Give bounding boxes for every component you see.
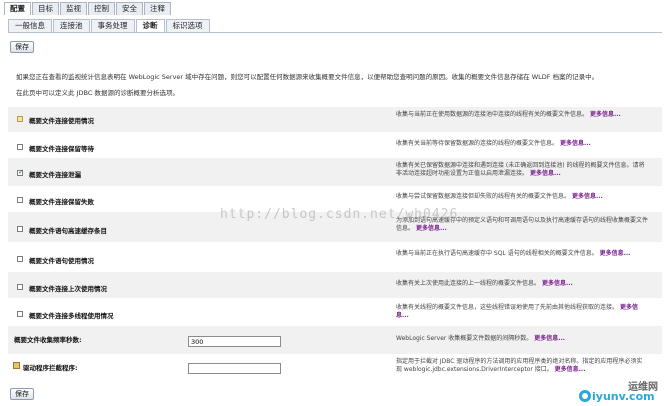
interceptor-icon: [13, 362, 20, 369]
option-label: 概要文件连接保留等待: [29, 145, 94, 153]
top-tab-bar: 配置 目标 监视 控制 安全 注释: [4, 2, 172, 15]
profile-connection-leak-checkbox[interactable]: [17, 168, 24, 176]
driver-interceptor-input[interactable]: [188, 363, 281, 374]
more-info-link[interactable]: 更多信息...: [534, 335, 565, 342]
tab-notes[interactable]: 注释: [144, 2, 171, 15]
option-label: 概要文件语句使用情况: [29, 257, 94, 265]
more-info-link[interactable]: 更多信息...: [555, 366, 586, 373]
profile-statement-cache-entry-checkbox[interactable]: [17, 226, 23, 232]
save-button-bottom[interactable]: 保存: [10, 388, 34, 400]
more-info-link[interactable]: 更多信息...: [530, 170, 561, 177]
site-logo: 运维网 iyunv.com: [578, 378, 668, 404]
harvest-frequency-input[interactable]: [188, 336, 281, 347]
profile-connection-reserve-fail-checkbox[interactable]: [17, 197, 23, 203]
option-label: 概要文件语句高速缓存条目: [29, 227, 107, 235]
sub-tab-bar: 一般信息 连接池 事务处理 诊断 标识选项: [8, 19, 211, 32]
option-desc: 收集有关已保留数据源中连接和遇到连接 (未正确返回到连接池) 的线程的概要文件信…: [396, 162, 645, 177]
option-desc: 收集有关上次使用此连接的上一线程的概要文件信息。 更多信息...: [396, 280, 573, 287]
profile-statement-usage-checkbox[interactable]: [17, 256, 23, 262]
interceptor-desc: 指定用于拦截对 JDBC 驱动程序的方法调用的应用程序类的绝对名称。指定的应用程…: [396, 358, 643, 373]
more-info-link[interactable]: 更多信息...: [600, 250, 631, 257]
harvest-frequency-label: 概要文件收集频率秒数:: [14, 336, 82, 344]
option-desc: 收集与当前正在执行语句高速缓存中 SQL 语句的线程相关的概要文件信息。 更多信…: [396, 250, 631, 257]
harvest-row: WebLogic Server 收集概要文件数据的间隔秒数。 更多信息...: [8, 326, 662, 354]
option-label: 概要文件连接使用情况: [29, 117, 94, 125]
interceptor-row: 指定用于拦截对 JDBC 驱动程序的方法调用的应用程序类的绝对名称。指定的应用程…: [8, 354, 662, 384]
option-row: 概要文件连接使用情况 收集与当前正在使用数据源的连接池中连接的线程有关的概要文件…: [8, 107, 662, 132]
option-row: 概要文件连接多线程使用情况 收集有关线程的概要文件信息，这些线程错误地使用了先前…: [8, 298, 662, 326]
tab-config[interactable]: 配置: [4, 2, 31, 15]
tab-monitor[interactable]: 监视: [60, 2, 87, 15]
logo-cloud-icon: [579, 390, 591, 402]
driver-interceptor-label: 驱动程序拦截程序:: [23, 364, 78, 372]
tab-security[interactable]: 安全: [116, 2, 143, 15]
subtab-diagnostics[interactable]: 诊断: [135, 19, 165, 32]
more-info-link[interactable]: 更多信息...: [590, 111, 621, 118]
subtab-divider: [8, 32, 662, 33]
more-info-link[interactable]: 更多信息...: [542, 280, 573, 287]
option-desc: 收集有关当前等待保留数据源的连接的线程的概要文件信息。 更多信息...: [396, 140, 591, 147]
logo-domain-text: iyunv.com: [592, 390, 655, 403]
option-label: 概要文件连接多线程使用情况: [29, 312, 114, 320]
profile-connection-usage-checkbox[interactable]: [17, 116, 23, 122]
option-label: 概要文件连接上次使用情况: [29, 285, 107, 293]
subtab-identity[interactable]: 标识选项: [165, 19, 210, 32]
more-info-link[interactable]: 更多信息...: [572, 193, 603, 200]
profile-connection-reserve-wait-checkbox[interactable]: [17, 144, 23, 150]
harvest-desc: WebLogic Server 收集概要文件数据的间隔秒数。 更多信息...: [396, 335, 566, 342]
option-label: 概要文件连接保留失败: [29, 198, 94, 206]
more-info-link[interactable]: 更多信息...: [416, 225, 447, 232]
subtab-transaction[interactable]: 事务处理: [90, 19, 135, 32]
option-label: 概要文件连接泄漏: [29, 171, 81, 179]
more-info-link[interactable]: 更多信息...: [560, 140, 591, 147]
option-desc: 收集有关线程的概要文件信息，这些线程错误地使用了先前由其他线程获取的连接。 更多…: [396, 304, 638, 319]
option-row: 概要文件连接保留等待 收集有关当前等待保留数据源的连接的线程的概要文件信息。 更…: [8, 132, 662, 158]
tab-target[interactable]: 目标: [32, 2, 59, 15]
subtab-general[interactable]: 一般信息: [8, 19, 52, 32]
option-row: 概要文件连接泄漏 收集有关已保留数据源中连接和遇到连接 (未正确返回到连接池) …: [8, 158, 662, 186]
watermark-text: http://blog.csdn.net/wh0426: [220, 207, 459, 222]
subtab-connection-pool[interactable]: 连接池: [53, 19, 90, 32]
profile-connection-last-usage-checkbox[interactable]: [17, 284, 23, 290]
option-desc: 收集与尝试保留数据源连接但却失败的线程有关的概要文件信息。 更多信息...: [396, 193, 603, 200]
option-row: 概要文件连接上次使用情况 收集有关上次使用此连接的上一线程的概要文件信息。 更多…: [8, 272, 662, 298]
option-row: 概要文件语句使用情况 收集与当前正在执行语句高速缓存中 SQL 语句的线程相关的…: [8, 242, 662, 272]
tab-control[interactable]: 控制: [88, 2, 115, 15]
intro-text-2: 在此页中可以定义此 JDBC 数据源的诊断概要分析选项。: [16, 89, 179, 97]
option-desc: 收集与当前正在使用数据源的连接池中连接的线程有关的概要文件信息。 更多信息...: [396, 111, 621, 118]
profile-connection-multithreaded-usage-checkbox[interactable]: [17, 311, 23, 317]
save-button-top[interactable]: 保存: [10, 41, 34, 53]
intro-text-1: 如果您正在查看的监视统计信息表明在 WebLogic Server 域中存在问题…: [16, 73, 599, 81]
